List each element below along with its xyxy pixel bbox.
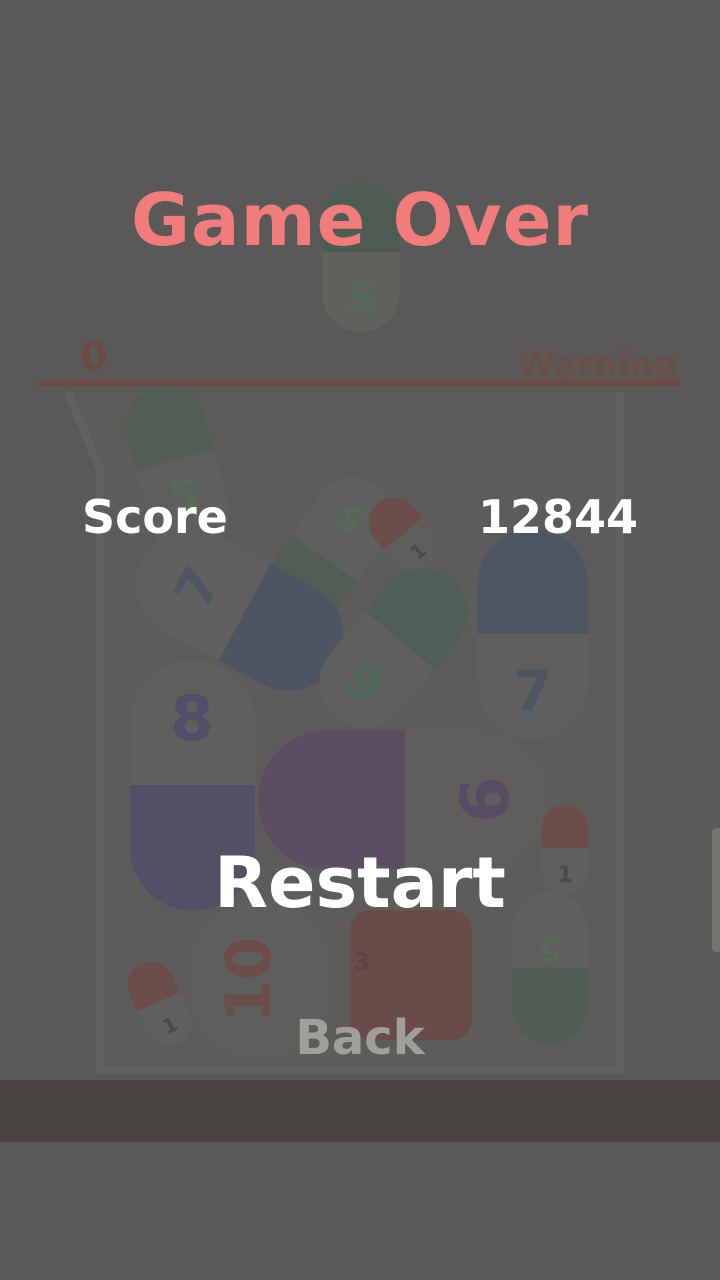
restart-button[interactable]: Restart <box>160 842 560 942</box>
ground-bar <box>0 1080 720 1142</box>
game-over-title: Game Over <box>130 178 590 262</box>
score-label: Score <box>82 490 228 544</box>
pill-number: 8 <box>170 682 213 755</box>
pill-number: 7 <box>514 659 553 724</box>
hud-score: 0 <box>80 334 108 380</box>
pill-7-right: 7 <box>478 528 588 740</box>
pill-number: 9 <box>444 777 521 823</box>
edge-handle <box>712 828 720 952</box>
warning-label: Warning <box>517 345 678 385</box>
back-button[interactable]: Back <box>240 1010 480 1080</box>
warning-line <box>38 380 680 386</box>
pill-number: 3 <box>354 948 371 976</box>
score-value: 12844 <box>477 490 638 544</box>
pill-number: 5 <box>347 276 375 322</box>
